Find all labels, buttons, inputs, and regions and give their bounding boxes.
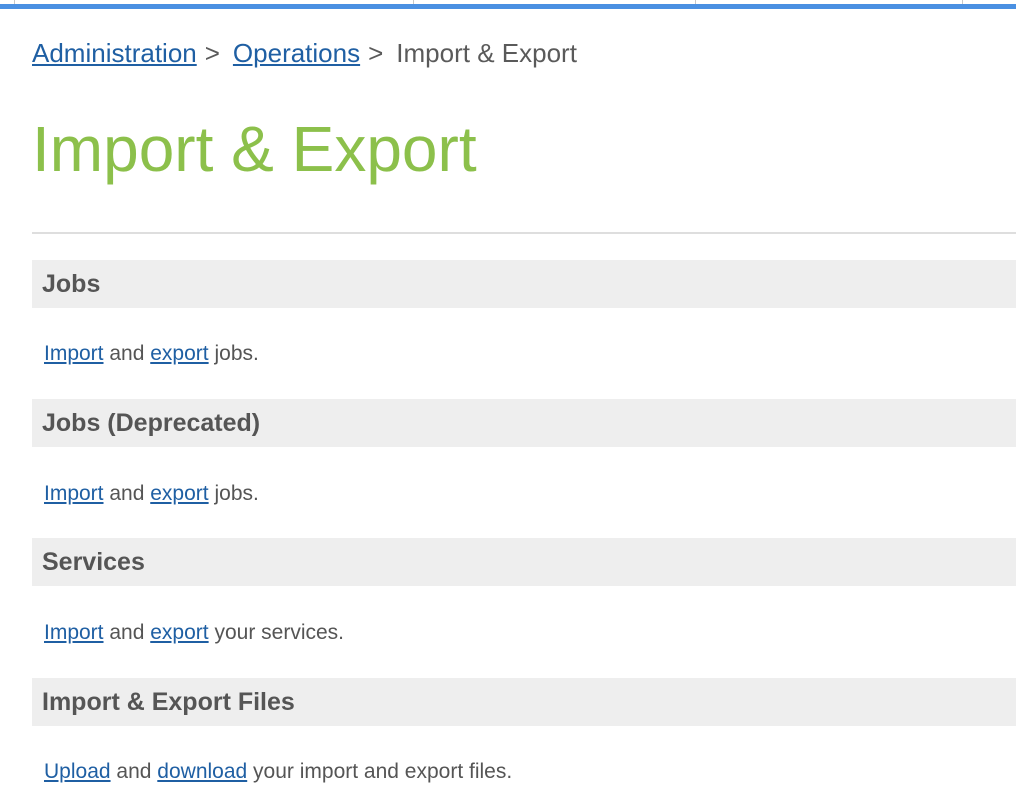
description-text: your services. [214,621,345,644]
section-description-services: Import and export your services. [44,619,344,647]
section-header-jobs: Jobs [32,260,1016,308]
breadcrumb-separator: > [204,38,220,68]
section-title: Services [42,548,145,576]
page-title: Import & Export [32,113,477,185]
section-description-import-export-files: Upload and download your import and expo… [44,758,512,786]
description-text: jobs. [214,482,259,505]
conjunction-text: and [109,621,145,644]
export-jobs-link[interactable]: export [150,342,208,365]
section-title: Jobs (Deprecated) [42,409,261,437]
section-description-jobs-deprecated: Import and export jobs. [44,480,259,508]
breadcrumb-link-operations[interactable]: Operations [233,38,360,68]
upload-files-link[interactable]: Upload [44,760,111,783]
conjunction-text: and [109,482,145,505]
section-title: Jobs [42,270,101,298]
breadcrumb-separator: > [368,38,384,68]
export-deprecated-jobs-link[interactable]: export [150,482,208,505]
section-title: Import & Export Files [42,688,295,716]
section-header-import-export-files: Import & Export Files [32,678,1016,726]
import-deprecated-jobs-link[interactable]: Import [44,482,104,505]
section-description-jobs: Import and export jobs. [44,340,259,368]
conjunction-text: and [116,760,152,783]
breadcrumb-current: Import & Export [396,38,577,68]
top-accent-bar [0,0,1016,9]
download-files-link[interactable]: download [157,760,247,783]
description-text: jobs. [214,342,259,365]
breadcrumb: Administration > Operations > Import & Expor… [32,37,577,69]
top-bar-accent [0,4,1016,9]
breadcrumb-link-administration[interactable]: Administration [32,38,197,68]
title-divider [32,232,1016,234]
description-text: your import and export files. [253,760,513,783]
export-services-link[interactable]: export [150,621,208,644]
import-services-link[interactable]: Import [44,621,104,644]
section-header-jobs-deprecated: Jobs (Deprecated) [32,399,1016,447]
section-header-services: Services [32,538,1016,586]
import-jobs-link[interactable]: Import [44,342,104,365]
conjunction-text: and [109,342,145,365]
